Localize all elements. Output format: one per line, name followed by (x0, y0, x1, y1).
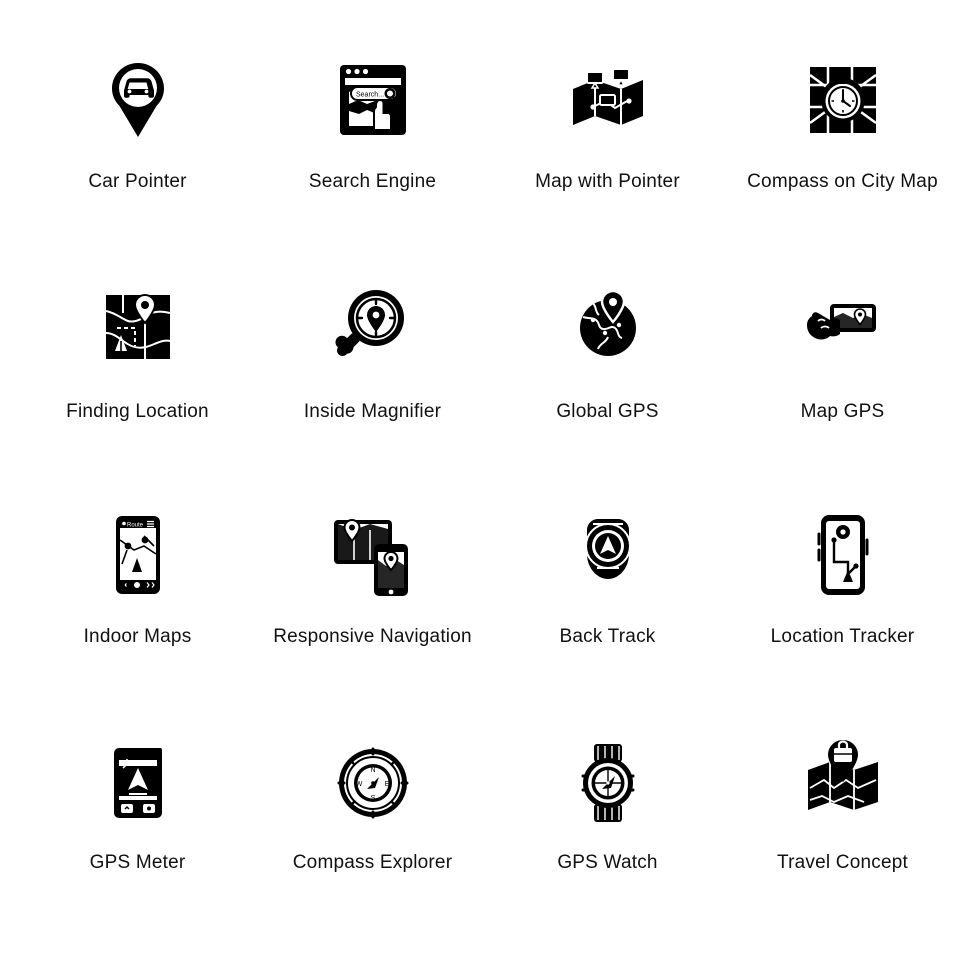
compass-cardinal-w: W (355, 781, 362, 788)
icon-label: Inside Magnifier (303, 400, 442, 422)
icon-label: Search Engine (308, 171, 437, 192)
browser-search-map-icon: Search... (313, 40, 433, 160)
route-header-label: Route (127, 523, 144, 529)
wristwatch-compass-icon (548, 723, 668, 843)
icon-label: GPS Meter (89, 851, 186, 873)
icon-label: Compass Explorer (292, 851, 453, 873)
icon-cell-indoor-maps[interactable]: Route Indoor Maps (23, 495, 253, 649)
icon-label: Location Tracker (770, 626, 915, 647)
magnifier-compass-pin-icon (313, 268, 433, 388)
icon-cell-compass-on-city-map[interactable]: Compass on City Map (728, 40, 958, 194)
map-pin-car-icon (78, 40, 198, 160)
icon-cell-compass-explorer[interactable]: N E S W Compass Explorer (258, 723, 488, 875)
icon-label: Responsive Navigation (273, 626, 472, 647)
icon-cell-gps-watch[interactable]: GPS Watch (493, 723, 723, 875)
map-location-pin-icon (78, 268, 198, 388)
compass-cardinal-s: S (370, 795, 375, 802)
icon-cell-inside-magnifier[interactable]: Inside Magnifier (258, 268, 488, 424)
icon-label: Global GPS (556, 400, 659, 422)
map-bag-pin-icon (783, 723, 903, 843)
hand-phone-map-icon (783, 268, 903, 388)
icon-cell-global-gps[interactable]: Global GPS (493, 268, 723, 424)
icon-label: Back Track (559, 626, 656, 647)
icon-label: Indoor Maps (83, 626, 192, 647)
search-placeholder-text: Search... (356, 92, 384, 99)
icon-cell-car-pointer[interactable]: Car Pointer (23, 40, 253, 194)
icon-cell-back-track[interactable]: Back Track (493, 495, 723, 649)
icon-cell-finding-location[interactable]: Finding Location (23, 268, 253, 424)
icon-label: Car Pointer (88, 171, 187, 192)
compass-dial-icon: N E S W (313, 723, 433, 843)
phone-track-path-icon (783, 495, 903, 615)
gps-meter-device-icon (78, 723, 198, 843)
icon-label: Map with Pointer (535, 171, 680, 192)
folded-map-pins-icon (548, 40, 668, 160)
icon-label: Travel Concept (777, 851, 908, 873)
globe-pin-icon (548, 268, 668, 388)
icon-label: GPS Watch (557, 851, 658, 873)
icon-cell-map-gps[interactable]: Map GPS (728, 268, 958, 424)
compass-cardinal-e: E (384, 781, 389, 788)
compass-cardinal-n: N (370, 767, 375, 774)
icon-label: Map GPS (800, 400, 885, 422)
gps-device-arrow-icon (548, 495, 668, 615)
phone-route-icon: Route (78, 495, 198, 615)
tablet-phone-map-icon (313, 495, 433, 615)
icon-cell-travel-concept[interactable]: Travel Concept (728, 723, 958, 875)
icon-cell-location-tracker[interactable]: Location Tracker (728, 495, 958, 649)
icon-cell-map-with-pointer[interactable]: Map with Pointer (493, 40, 723, 194)
compass-over-map-icon (783, 40, 903, 160)
icon-cell-search-engine[interactable]: Search... Search Engine (258, 40, 488, 194)
icon-label: Finding Location (66, 400, 209, 422)
icon-cell-gps-meter[interactable]: GPS Meter (23, 723, 253, 875)
icon-grid: Car Pointer Search... Search Engine Map … (0, 0, 980, 980)
icon-label: Compass on City Map (747, 171, 938, 192)
icon-cell-responsive-navigation[interactable]: Responsive Navigation (258, 495, 488, 649)
